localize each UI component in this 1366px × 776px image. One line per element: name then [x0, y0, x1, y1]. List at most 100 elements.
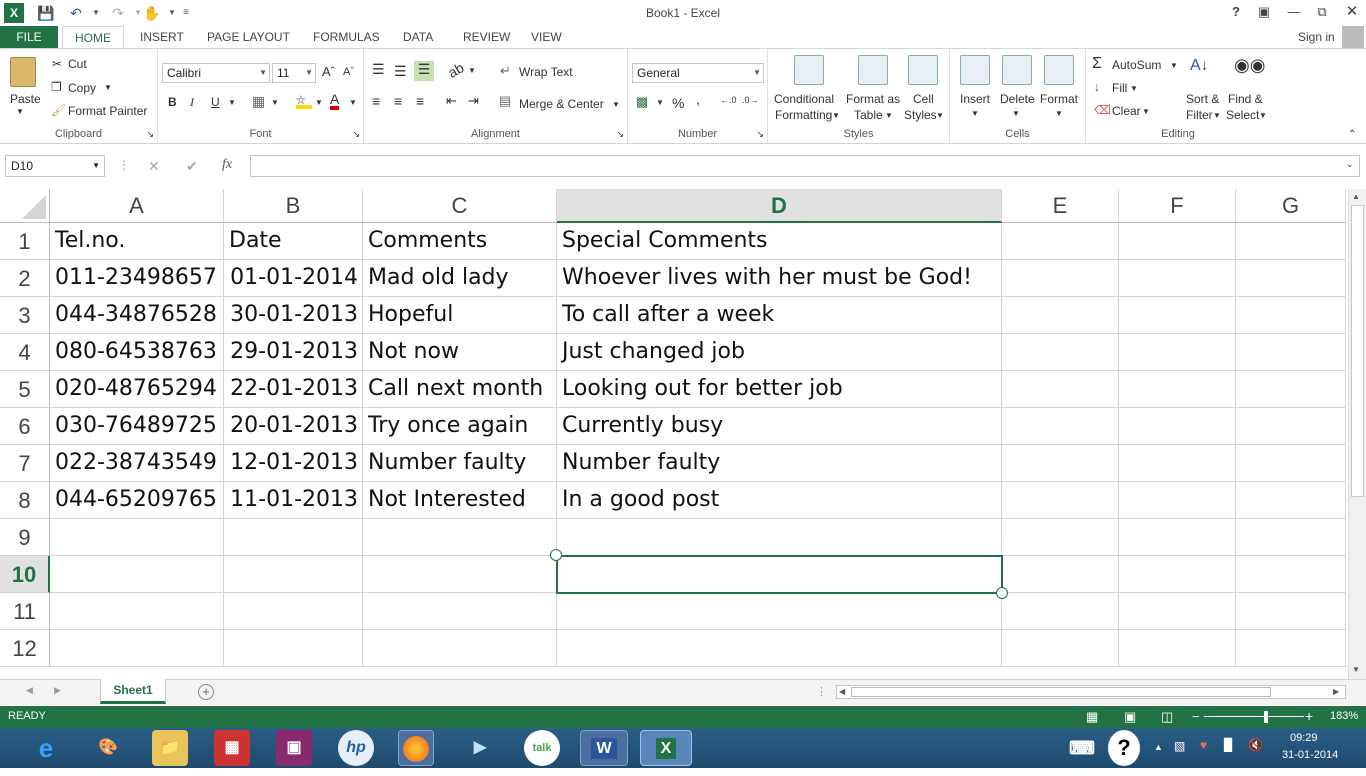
zoom-slider-thumb[interactable]	[1264, 711, 1268, 723]
insert-dropdown-icon[interactable]: ▼	[971, 109, 979, 118]
sort-filter-icon[interactable]: A↓	[1190, 57, 1209, 75]
format-cells-icon[interactable]	[1044, 55, 1074, 85]
number-format-combo[interactable]: General ▼	[632, 63, 764, 83]
merge-dropdown-icon[interactable]: ▼	[612, 100, 620, 109]
paste-icon[interactable]	[10, 57, 36, 87]
cell-c12[interactable]	[363, 630, 557, 667]
autosum-dropdown-icon[interactable]: ▼	[1170, 61, 1178, 70]
worksheet-grid[interactable]: ABCDEFG 1 2 3 4 5 6 7 8 9 10 11 12 Tel.no. Date Comme…	[0, 189, 1348, 679]
bottom-align-icon[interactable]: ☰	[414, 61, 434, 81]
selection-handle-top-left[interactable]	[550, 549, 562, 561]
vertical-scroll-thumb[interactable]	[1351, 205, 1364, 497]
cell-e12[interactable]	[1002, 630, 1119, 667]
row-header-5[interactable]: 5	[0, 371, 50, 408]
google-talk-icon[interactable]: talk	[524, 730, 560, 766]
column-header-c[interactable]: C	[363, 189, 557, 223]
cell-f9[interactable]	[1119, 519, 1236, 556]
tab-view[interactable]: VIEW	[527, 26, 566, 48]
cell-a6[interactable]: 030-76489725	[50, 408, 224, 445]
top-align-icon[interactable]: ☰	[372, 61, 385, 78]
cell-f6[interactable]	[1119, 408, 1236, 445]
align-center-icon[interactable]: ≡	[394, 93, 402, 109]
cell-d6[interactable]: Currently busy	[557, 408, 1002, 445]
decrease-font-icon[interactable]: Aˇ	[343, 66, 354, 78]
media-player-icon[interactable]: ▶	[462, 730, 498, 766]
row-header-12[interactable]: 12	[0, 630, 50, 667]
cell-c3[interactable]: Hopeful	[363, 297, 557, 334]
row-header-3[interactable]: 3	[0, 297, 50, 334]
format-table-dropdown-icon[interactable]: ▼	[885, 111, 893, 120]
conditional-formatting-icon[interactable]	[794, 55, 824, 85]
format-button[interactable]: Format	[1040, 92, 1078, 106]
italic-button[interactable]: I	[190, 95, 194, 110]
paste-dropdown-icon[interactable]: ▼	[16, 107, 24, 116]
format-painter-icon[interactable]: 🖌	[51, 103, 66, 117]
conditional-formatting-button[interactable]: Conditional	[774, 92, 834, 106]
normal-view-icon[interactable]: ▦	[1086, 709, 1098, 725]
splitter-icon[interactable]: ⋮	[816, 685, 827, 698]
cell-d12[interactable]	[557, 630, 1002, 667]
help-button[interactable]: ?	[1222, 2, 1250, 22]
cell-b8[interactable]: 11-01-2013	[224, 482, 363, 519]
percent-style-button[interactable]: %	[672, 95, 684, 111]
minimize-button[interactable]: —	[1280, 2, 1308, 22]
eraser-icon[interactable]: ⌫	[1094, 103, 1111, 117]
fill-color-icon[interactable]: ⛦	[296, 93, 312, 109]
cell-f3[interactable]	[1119, 297, 1236, 334]
cell-a3[interactable]: 044-34876528	[50, 297, 224, 334]
tab-data[interactable]: DATA	[399, 26, 437, 48]
cell-f8[interactable]	[1119, 482, 1236, 519]
comma-style-button[interactable]: ,	[696, 91, 700, 107]
accounting-dropdown-icon[interactable]: ▼	[656, 98, 664, 107]
sheet-tab-sheet1[interactable]: Sheet1	[100, 679, 166, 704]
wrap-text-icon[interactable]: ↵	[500, 63, 511, 79]
sort-dropdown-icon[interactable]: ▼	[1213, 111, 1221, 120]
increase-font-icon[interactable]: Aˆ	[322, 64, 335, 79]
delete-button[interactable]: Delete	[1000, 92, 1035, 106]
scroll-down-icon[interactable]: ▼	[1352, 665, 1360, 674]
cell-a7[interactable]: 022-38743549	[50, 445, 224, 482]
cancel-icon[interactable]: ✕	[148, 158, 160, 175]
cell-styles-button[interactable]: Cell	[913, 92, 934, 106]
cell-f2[interactable]	[1119, 260, 1236, 297]
fill-button[interactable]: Fill	[1112, 81, 1127, 95]
cell-b3[interactable]: 30-01-2013	[224, 297, 363, 334]
page-break-view-icon[interactable]: ◫	[1161, 709, 1173, 725]
cell-a11[interactable]	[50, 593, 224, 630]
cell-e9[interactable]	[1002, 519, 1119, 556]
fill-icon[interactable]: ↓	[1094, 80, 1100, 94]
cell-c2[interactable]: Mad old lady	[363, 260, 557, 297]
cell-g12[interactable]	[1236, 630, 1346, 667]
formula-input[interactable]	[250, 155, 1360, 177]
format-painter-button[interactable]: Format Painter	[68, 104, 147, 118]
cell-c1[interactable]: Comments	[363, 223, 557, 260]
cell-g2[interactable]	[1236, 260, 1346, 297]
number-launcher-icon[interactable]: ↘	[756, 129, 764, 140]
cell-f11[interactable]	[1119, 593, 1236, 630]
cell-f5[interactable]	[1119, 371, 1236, 408]
cell-a4[interactable]: 080-64538763	[50, 334, 224, 371]
cell-e11[interactable]	[1002, 593, 1119, 630]
firefox-icon[interactable]	[398, 730, 434, 766]
merge-center-icon[interactable]: ▤	[499, 93, 511, 109]
tab-review[interactable]: REVIEW	[459, 26, 514, 48]
help-question-icon[interactable]: ?	[1108, 730, 1140, 766]
find-dropdown-icon[interactable]: ▼	[1259, 111, 1267, 120]
column-header-g[interactable]: G	[1236, 189, 1346, 223]
cell-c6[interactable]: Try once again	[363, 408, 557, 445]
row-header-4[interactable]: 4	[0, 334, 50, 371]
row-header-6[interactable]: 6	[0, 408, 50, 445]
zoom-slider[interactable]	[1204, 716, 1304, 717]
cell-e3[interactable]	[1002, 297, 1119, 334]
clipboard-launcher-icon[interactable]: ↘	[146, 129, 154, 140]
cell-c7[interactable]: Number faulty	[363, 445, 557, 482]
cell-d7[interactable]: Number faulty	[557, 445, 1002, 482]
cell-c8[interactable]: Not Interested	[363, 482, 557, 519]
wrap-text-button[interactable]: Wrap Text	[519, 65, 573, 79]
font-color-dropdown-icon[interactable]: ▼	[349, 98, 357, 107]
cell-g11[interactable]	[1236, 593, 1346, 630]
find-select-button[interactable]: Find &	[1228, 92, 1263, 106]
align-left-icon[interactable]: ≡	[372, 93, 380, 109]
find-select-button-line2[interactable]: Select	[1226, 108, 1259, 122]
security-icon[interactable]: ♥	[1200, 738, 1207, 752]
